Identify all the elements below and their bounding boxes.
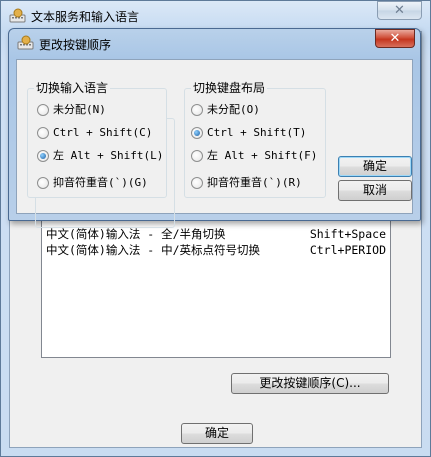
hotkey-keys: Ctrl+PERIOD — [309, 243, 386, 257]
close-icon: ✕ — [389, 31, 401, 46]
dialog-ok-button[interactable]: 确定 — [338, 156, 412, 177]
radio-label: Ctrl + Shift(T) — [207, 126, 307, 139]
keyboard-layout-group: 切换键盘布局 未分配(O) Ctrl + Shift(T) 左 Alt + Sh… — [184, 80, 326, 198]
keyboard-globe-icon — [17, 35, 34, 50]
radio-label: 抑音符重音(`)(R) — [207, 176, 302, 189]
parent-title-bar[interactable]: 文本服务和输入语言 ✕ — [1, 1, 430, 31]
dialog-title-bar[interactable]: 更改按键顺序 ✕ — [9, 29, 420, 57]
hotkey-keys: Shift+Space — [309, 227, 386, 241]
dialog-close-button[interactable]: ✕ — [375, 29, 415, 48]
radio-label: 未分配(N) — [53, 103, 106, 116]
keyboard-layout-group-title: 切换键盘布局 — [191, 80, 268, 96]
radio-button-selected[interactable] — [37, 150, 49, 162]
hotkey-action: 中文(简体)输入法 - 中/英标点符号切换 — [46, 243, 261, 257]
input-language-group: 切换输入语言 未分配(N) Ctrl + Shift(C) 左 Alt + Sh… — [27, 80, 167, 198]
keyboard-globe-icon — [9, 8, 26, 23]
radio-label: 左 Alt + Shift(F) — [207, 149, 318, 162]
radio-button[interactable] — [37, 104, 49, 116]
parent-ok-button[interactable]: 确定 — [181, 423, 253, 444]
parent-window-title: 文本服务和输入语言 — [31, 10, 140, 24]
radio-label: 未分配(O) — [207, 103, 260, 116]
parent-close-button[interactable]: ✕ — [377, 1, 422, 20]
radio-button[interactable] — [37, 177, 49, 189]
dialog-cancel-button[interactable]: 取消 — [338, 180, 412, 201]
radio-label: 抑音符重音(`)(G) — [53, 176, 148, 189]
radio-button[interactable] — [191, 177, 203, 189]
radio-button-selected[interactable] — [191, 127, 203, 139]
hotkey-action: 中文(简体)输入法 - 全/半角切换 — [46, 227, 226, 241]
radio-label: 左 Alt + Shift(L) — [53, 149, 164, 162]
list-item[interactable]: 中文(简体)输入法 - 全/半角切换 Shift+Space — [46, 226, 386, 242]
change-key-sequence-button[interactable]: 更改按键顺序(C)... — [231, 373, 389, 394]
radio-button[interactable] — [191, 150, 203, 162]
hotkey-list[interactable]: 中文(简体)输入法 - 全/半角切换 Shift+Space 中文(简体)输入法… — [41, 211, 391, 358]
list-item[interactable]: 中文(简体)输入法 - 中/英标点符号切换 Ctrl+PERIOD — [46, 242, 386, 258]
dialog-title: 更改按键顺序 — [39, 38, 112, 52]
radio-button[interactable] — [191, 104, 203, 116]
input-language-group-title: 切换输入语言 — [34, 80, 111, 96]
radio-button[interactable] — [37, 127, 49, 139]
radio-label: Ctrl + Shift(C) — [53, 126, 153, 139]
close-icon: ✕ — [394, 3, 405, 18]
